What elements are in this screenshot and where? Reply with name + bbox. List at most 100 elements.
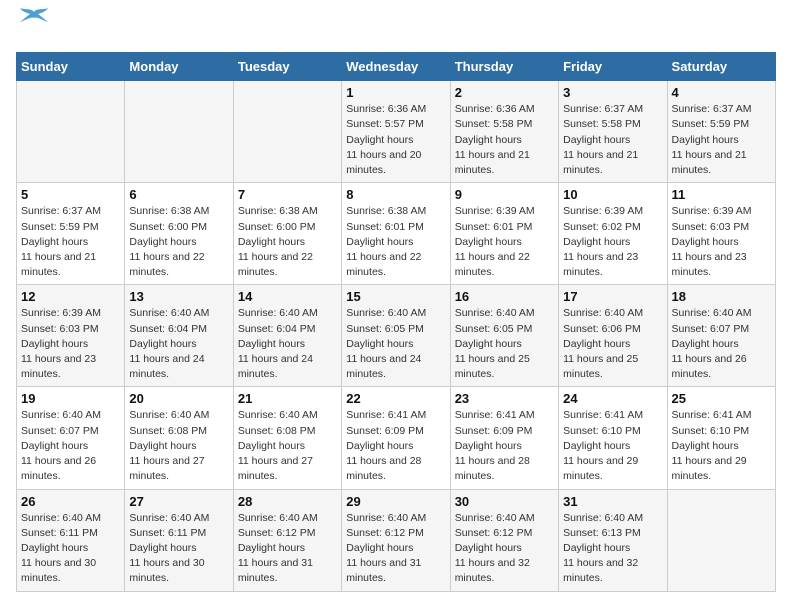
day-info: Sunrise: 6:39 AM Sunset: 6:01 PM Dayligh… bbox=[455, 204, 554, 280]
day-info: Sunrise: 6:40 AM Sunset: 6:05 PM Dayligh… bbox=[346, 306, 445, 382]
calendar-cell: 3 Sunrise: 6:37 AM Sunset: 5:58 PM Dayli… bbox=[559, 81, 667, 183]
day-number: 21 bbox=[238, 391, 337, 406]
day-number: 6 bbox=[129, 187, 228, 202]
day-info: Sunrise: 6:40 AM Sunset: 6:06 PM Dayligh… bbox=[563, 306, 662, 382]
day-number: 7 bbox=[238, 187, 337, 202]
day-info: Sunrise: 6:37 AM Sunset: 5:59 PM Dayligh… bbox=[672, 102, 771, 178]
calendar-cell: 18 Sunrise: 6:40 AM Sunset: 6:07 PM Dayl… bbox=[667, 285, 775, 387]
calendar-cell bbox=[17, 81, 125, 183]
logo bbox=[16, 16, 48, 40]
calendar-cell: 21 Sunrise: 6:40 AM Sunset: 6:08 PM Dayl… bbox=[233, 387, 341, 489]
day-number: 18 bbox=[672, 289, 771, 304]
day-number: 15 bbox=[346, 289, 445, 304]
day-number: 11 bbox=[672, 187, 771, 202]
day-info: Sunrise: 6:41 AM Sunset: 6:10 PM Dayligh… bbox=[672, 408, 771, 484]
day-info: Sunrise: 6:40 AM Sunset: 6:12 PM Dayligh… bbox=[346, 511, 445, 587]
day-info: Sunrise: 6:37 AM Sunset: 5:58 PM Dayligh… bbox=[563, 102, 662, 178]
day-header-saturday: Saturday bbox=[667, 53, 775, 81]
day-info: Sunrise: 6:40 AM Sunset: 6:12 PM Dayligh… bbox=[238, 511, 337, 587]
day-info: Sunrise: 6:39 AM Sunset: 6:03 PM Dayligh… bbox=[21, 306, 120, 382]
day-number: 12 bbox=[21, 289, 120, 304]
calendar-cell: 27 Sunrise: 6:40 AM Sunset: 6:11 PM Dayl… bbox=[125, 489, 233, 591]
day-number: 19 bbox=[21, 391, 120, 406]
day-info: Sunrise: 6:41 AM Sunset: 6:09 PM Dayligh… bbox=[346, 408, 445, 484]
day-info: Sunrise: 6:41 AM Sunset: 6:10 PM Dayligh… bbox=[563, 408, 662, 484]
day-info: Sunrise: 6:40 AM Sunset: 6:12 PM Dayligh… bbox=[455, 511, 554, 587]
page-header bbox=[16, 16, 776, 40]
calendar-cell: 25 Sunrise: 6:41 AM Sunset: 6:10 PM Dayl… bbox=[667, 387, 775, 489]
calendar-cell: 26 Sunrise: 6:40 AM Sunset: 6:11 PM Dayl… bbox=[17, 489, 125, 591]
day-number: 2 bbox=[455, 85, 554, 100]
day-info: Sunrise: 6:41 AM Sunset: 6:09 PM Dayligh… bbox=[455, 408, 554, 484]
day-info: Sunrise: 6:40 AM Sunset: 6:04 PM Dayligh… bbox=[238, 306, 337, 382]
day-header-sunday: Sunday bbox=[17, 53, 125, 81]
calendar-cell: 28 Sunrise: 6:40 AM Sunset: 6:12 PM Dayl… bbox=[233, 489, 341, 591]
day-info: Sunrise: 6:38 AM Sunset: 6:00 PM Dayligh… bbox=[238, 204, 337, 280]
calendar-cell: 20 Sunrise: 6:40 AM Sunset: 6:08 PM Dayl… bbox=[125, 387, 233, 489]
day-number: 25 bbox=[672, 391, 771, 406]
day-info: Sunrise: 6:40 AM Sunset: 6:05 PM Dayligh… bbox=[455, 306, 554, 382]
week-row-3: 12 Sunrise: 6:39 AM Sunset: 6:03 PM Dayl… bbox=[17, 285, 776, 387]
day-info: Sunrise: 6:40 AM Sunset: 6:08 PM Dayligh… bbox=[238, 408, 337, 484]
calendar-cell: 2 Sunrise: 6:36 AM Sunset: 5:58 PM Dayli… bbox=[450, 81, 558, 183]
day-info: Sunrise: 6:40 AM Sunset: 6:13 PM Dayligh… bbox=[563, 511, 662, 587]
day-info: Sunrise: 6:40 AM Sunset: 6:04 PM Dayligh… bbox=[129, 306, 228, 382]
day-info: Sunrise: 6:38 AM Sunset: 6:01 PM Dayligh… bbox=[346, 204, 445, 280]
calendar-cell bbox=[125, 81, 233, 183]
day-header-thursday: Thursday bbox=[450, 53, 558, 81]
calendar-cell: 30 Sunrise: 6:40 AM Sunset: 6:12 PM Dayl… bbox=[450, 489, 558, 591]
day-number: 10 bbox=[563, 187, 662, 202]
calendar-cell: 4 Sunrise: 6:37 AM Sunset: 5:59 PM Dayli… bbox=[667, 81, 775, 183]
day-number: 14 bbox=[238, 289, 337, 304]
calendar-cell: 14 Sunrise: 6:40 AM Sunset: 6:04 PM Dayl… bbox=[233, 285, 341, 387]
day-info: Sunrise: 6:40 AM Sunset: 6:08 PM Dayligh… bbox=[129, 408, 228, 484]
day-header-friday: Friday bbox=[559, 53, 667, 81]
day-number: 22 bbox=[346, 391, 445, 406]
day-info: Sunrise: 6:37 AM Sunset: 5:59 PM Dayligh… bbox=[21, 204, 120, 280]
calendar-cell: 11 Sunrise: 6:39 AM Sunset: 6:03 PM Dayl… bbox=[667, 183, 775, 285]
day-info: Sunrise: 6:40 AM Sunset: 6:07 PM Dayligh… bbox=[21, 408, 120, 484]
day-info: Sunrise: 6:36 AM Sunset: 5:57 PM Dayligh… bbox=[346, 102, 445, 178]
day-number: 30 bbox=[455, 494, 554, 509]
day-number: 26 bbox=[21, 494, 120, 509]
day-info: Sunrise: 6:39 AM Sunset: 6:03 PM Dayligh… bbox=[672, 204, 771, 280]
day-number: 27 bbox=[129, 494, 228, 509]
calendar-cell: 24 Sunrise: 6:41 AM Sunset: 6:10 PM Dayl… bbox=[559, 387, 667, 489]
calendar-cell bbox=[233, 81, 341, 183]
day-number: 23 bbox=[455, 391, 554, 406]
day-info: Sunrise: 6:40 AM Sunset: 6:07 PM Dayligh… bbox=[672, 306, 771, 382]
week-row-4: 19 Sunrise: 6:40 AM Sunset: 6:07 PM Dayl… bbox=[17, 387, 776, 489]
calendar-cell: 5 Sunrise: 6:37 AM Sunset: 5:59 PM Dayli… bbox=[17, 183, 125, 285]
calendar-cell: 9 Sunrise: 6:39 AM Sunset: 6:01 PM Dayli… bbox=[450, 183, 558, 285]
day-number: 3 bbox=[563, 85, 662, 100]
logo-bird-icon bbox=[20, 8, 48, 30]
day-number: 4 bbox=[672, 85, 771, 100]
day-info: Sunrise: 6:40 AM Sunset: 6:11 PM Dayligh… bbox=[129, 511, 228, 587]
day-number: 8 bbox=[346, 187, 445, 202]
calendar-cell: 16 Sunrise: 6:40 AM Sunset: 6:05 PM Dayl… bbox=[450, 285, 558, 387]
week-row-1: 1 Sunrise: 6:36 AM Sunset: 5:57 PM Dayli… bbox=[17, 81, 776, 183]
day-number: 17 bbox=[563, 289, 662, 304]
day-number: 9 bbox=[455, 187, 554, 202]
day-number: 24 bbox=[563, 391, 662, 406]
calendar-cell: 8 Sunrise: 6:38 AM Sunset: 6:01 PM Dayli… bbox=[342, 183, 450, 285]
calendar-cell: 6 Sunrise: 6:38 AM Sunset: 6:00 PM Dayli… bbox=[125, 183, 233, 285]
day-number: 28 bbox=[238, 494, 337, 509]
day-info: Sunrise: 6:40 AM Sunset: 6:11 PM Dayligh… bbox=[21, 511, 120, 587]
day-header-tuesday: Tuesday bbox=[233, 53, 341, 81]
calendar-cell: 31 Sunrise: 6:40 AM Sunset: 6:13 PM Dayl… bbox=[559, 489, 667, 591]
header-row: SundayMondayTuesdayWednesdayThursdayFrid… bbox=[17, 53, 776, 81]
calendar-cell: 23 Sunrise: 6:41 AM Sunset: 6:09 PM Dayl… bbox=[450, 387, 558, 489]
day-number: 20 bbox=[129, 391, 228, 406]
day-number: 16 bbox=[455, 289, 554, 304]
calendar-cell: 13 Sunrise: 6:40 AM Sunset: 6:04 PM Dayl… bbox=[125, 285, 233, 387]
calendar-cell: 17 Sunrise: 6:40 AM Sunset: 6:06 PM Dayl… bbox=[559, 285, 667, 387]
week-row-5: 26 Sunrise: 6:40 AM Sunset: 6:11 PM Dayl… bbox=[17, 489, 776, 591]
calendar-cell: 29 Sunrise: 6:40 AM Sunset: 6:12 PM Dayl… bbox=[342, 489, 450, 591]
calendar-cell: 1 Sunrise: 6:36 AM Sunset: 5:57 PM Dayli… bbox=[342, 81, 450, 183]
day-number: 13 bbox=[129, 289, 228, 304]
day-header-wednesday: Wednesday bbox=[342, 53, 450, 81]
calendar-cell: 19 Sunrise: 6:40 AM Sunset: 6:07 PM Dayl… bbox=[17, 387, 125, 489]
week-row-2: 5 Sunrise: 6:37 AM Sunset: 5:59 PM Dayli… bbox=[17, 183, 776, 285]
day-info: Sunrise: 6:39 AM Sunset: 6:02 PM Dayligh… bbox=[563, 204, 662, 280]
